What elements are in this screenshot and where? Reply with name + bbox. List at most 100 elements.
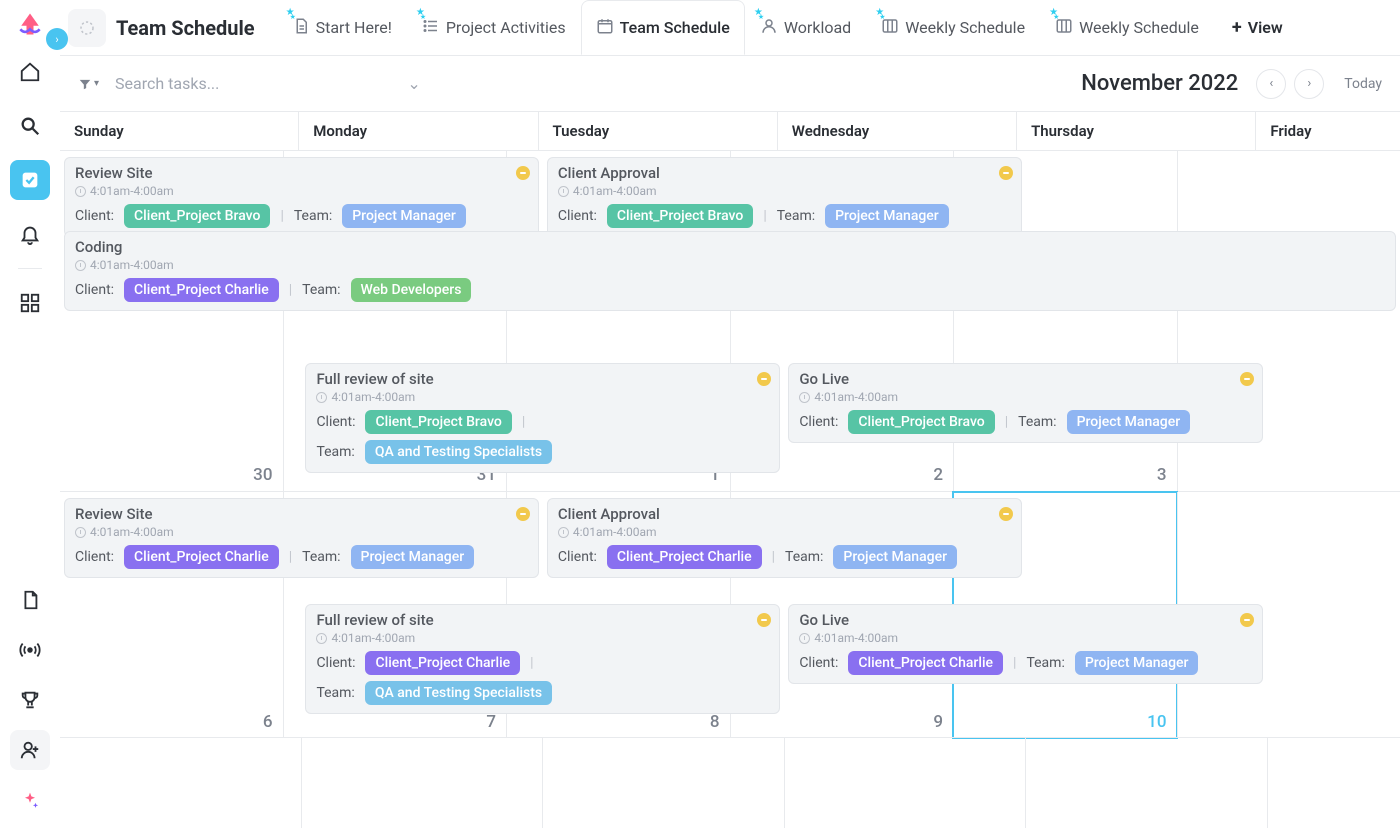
client-chip[interactable]: Client_Project Charlie — [607, 545, 762, 569]
calendar-event[interactable]: Go Live4:01am-4:00amClient:Client_Projec… — [788, 363, 1263, 443]
search-dropdown-icon[interactable]: ⌄ — [407, 74, 420, 93]
calendar-event[interactable]: Review Site 4:01am-4:00am Client: Client_Pr… — [64, 498, 539, 578]
docs-icon[interactable] — [10, 580, 50, 620]
clock-icon — [316, 392, 327, 403]
day-cell[interactable] — [1025, 738, 1267, 828]
event-time: 4:01am-4:00am — [316, 390, 769, 404]
client-chip[interactable]: Client_Project Bravo — [607, 204, 753, 228]
event-title: Full review of site — [316, 611, 769, 629]
team-chip[interactable]: Web Developers — [351, 278, 472, 302]
broadcast-icon[interactable] — [10, 630, 50, 670]
team-chip[interactable]: Project Manager — [351, 545, 475, 569]
day-number: 30 — [253, 465, 272, 485]
event-title: Client Approval — [558, 505, 1011, 523]
clock-icon — [799, 392, 810, 403]
day-header: Friday — [1255, 112, 1400, 150]
week-row — [60, 737, 1400, 827]
day-cell[interactable] — [542, 738, 784, 828]
event-time: 4:01am-4:00am — [316, 631, 769, 645]
day-header: Monday — [298, 112, 537, 150]
tab-workload[interactable]: ★Workload — [745, 0, 866, 55]
calendar-weeks: 3031123Review Site4:01am-4:00amClient:Cl… — [60, 151, 1400, 836]
day-header: Thursday — [1016, 112, 1255, 150]
day-cell[interactable] — [784, 738, 1026, 828]
team-chip[interactable]: QA and Testing Specialists — [365, 681, 552, 705]
week-row: 3031123Review Site4:01am-4:00amClient:Cl… — [60, 151, 1400, 491]
client-chip[interactable]: Client_Project Bravo — [124, 204, 270, 228]
trophy-icon[interactable] — [10, 680, 50, 720]
tab-weekly-schedule[interactable]: ★Weekly Schedule — [1040, 0, 1214, 55]
day-number: 3 — [1157, 465, 1167, 485]
calendar-event[interactable]: Coding4:01am-4:00amClient:Client_Project… — [64, 231, 1396, 311]
apps-icon[interactable] — [10, 283, 50, 323]
day-cell[interactable] — [60, 738, 301, 828]
calendar-event[interactable]: Full review of site4:01am-4:00amClient:C… — [305, 363, 780, 473]
client-chip[interactable]: Client_Project Charlie — [124, 278, 279, 302]
calendar-event[interactable]: Review Site4:01am-4:00amClient:Client_Pr… — [64, 157, 539, 237]
clock-icon — [558, 186, 569, 197]
search-input[interactable]: Search tasks... — [115, 74, 219, 93]
search-icon[interactable] — [10, 106, 50, 146]
event-title: Review Site — [75, 505, 528, 523]
today-button[interactable]: Today — [1344, 76, 1382, 92]
next-month-button[interactable]: › — [1294, 69, 1324, 99]
client-chip[interactable]: Client_Project Bravo — [365, 410, 511, 434]
toolbar: ▾ Search tasks... ⌄ November 2022 ‹ › To… — [60, 56, 1400, 112]
team-chip[interactable]: Project Manager — [825, 204, 949, 228]
day-number: 2 — [933, 465, 943, 485]
event-time: 4:01am-4:00am — [75, 184, 528, 198]
team-chip[interactable]: Project Manager — [1067, 410, 1191, 434]
day-header: Tuesday — [538, 112, 777, 150]
team-label: Team: — [316, 685, 354, 701]
tab-project-activities[interactable]: ★Project Activities — [407, 0, 581, 55]
event-time: 4:01am-4:00am — [558, 184, 1011, 198]
sparkle-icon[interactable] — [10, 780, 50, 820]
client-chip[interactable]: Client_Project Charlie — [848, 651, 1003, 675]
app-logo[interactable] — [16, 10, 44, 38]
client-label: Client: — [799, 414, 838, 430]
team-label: Team: — [1018, 414, 1056, 430]
home-icon[interactable] — [10, 52, 50, 92]
filter-icon[interactable]: ▾ — [78, 77, 99, 91]
calendar-icon — [596, 17, 614, 39]
client-label: Client: — [75, 282, 114, 298]
calendar-event[interactable]: Go Live4:01am-4:00amClient:Client_Projec… — [788, 604, 1263, 684]
expand-sidebar-button[interactable]: › — [46, 28, 68, 50]
calendar-event[interactable]: Full review of site4:01am-4:00amClient:C… — [305, 604, 780, 714]
notifications-icon[interactable] — [10, 214, 50, 254]
tab-label: Weekly Schedule — [905, 18, 1025, 37]
client-chip[interactable]: Client_Project Bravo — [848, 410, 994, 434]
status-dot-icon — [999, 166, 1013, 180]
team-label: Team: — [302, 282, 340, 298]
tab-team-schedule[interactable]: Team Schedule — [581, 0, 745, 55]
calendar-event[interactable]: Client Approval4:01am-4:00amClient:Clien… — [547, 498, 1022, 578]
team-chip[interactable]: Project Manager — [342, 204, 466, 228]
event-time: 4:01am-4:00am — [75, 258, 1385, 272]
status-dot-icon — [516, 507, 530, 521]
day-cell[interactable] — [1267, 738, 1400, 828]
add-user-icon[interactable] — [10, 730, 50, 770]
week-row: 678910Review Site4:01am-4:00amClient:Cli… — [60, 491, 1400, 737]
tab-weekly-schedule[interactable]: ★Weekly Schedule — [866, 0, 1040, 55]
event-time: 4:01am-4:00am — [75, 525, 528, 539]
add-view-button[interactable]: +View — [1218, 17, 1297, 38]
team-chip[interactable]: Project Manager — [1075, 651, 1199, 675]
client-chip[interactable]: Client_Project Charlie — [124, 545, 279, 569]
calendar-event[interactable]: Client Approval4:01am-4:00amClient:Clien… — [547, 157, 1022, 237]
day-number: 8 — [710, 712, 720, 732]
status-dot-icon — [516, 166, 530, 180]
team-label: Team: — [316, 444, 354, 460]
event-time: 4:01am-4:00am — [799, 631, 1252, 645]
tasks-icon[interactable] — [10, 160, 50, 200]
tab-label: Project Activities — [446, 18, 566, 37]
page-loading-icon — [68, 9, 106, 47]
client-label: Client: — [75, 549, 114, 565]
days-of-week-header: SundayMondayTuesdayWednesdayThursdayFrid… — [60, 112, 1400, 151]
day-cell[interactable] — [301, 738, 543, 828]
team-chip[interactable]: QA and Testing Specialists — [365, 440, 552, 464]
prev-month-button[interactable]: ‹ — [1256, 69, 1286, 99]
tab-start-here-[interactable]: ★Start Here! — [277, 0, 407, 55]
clock-icon — [75, 260, 86, 271]
client-chip[interactable]: Client_Project Charlie — [365, 651, 520, 675]
team-chip[interactable]: Project Manager — [833, 545, 957, 569]
